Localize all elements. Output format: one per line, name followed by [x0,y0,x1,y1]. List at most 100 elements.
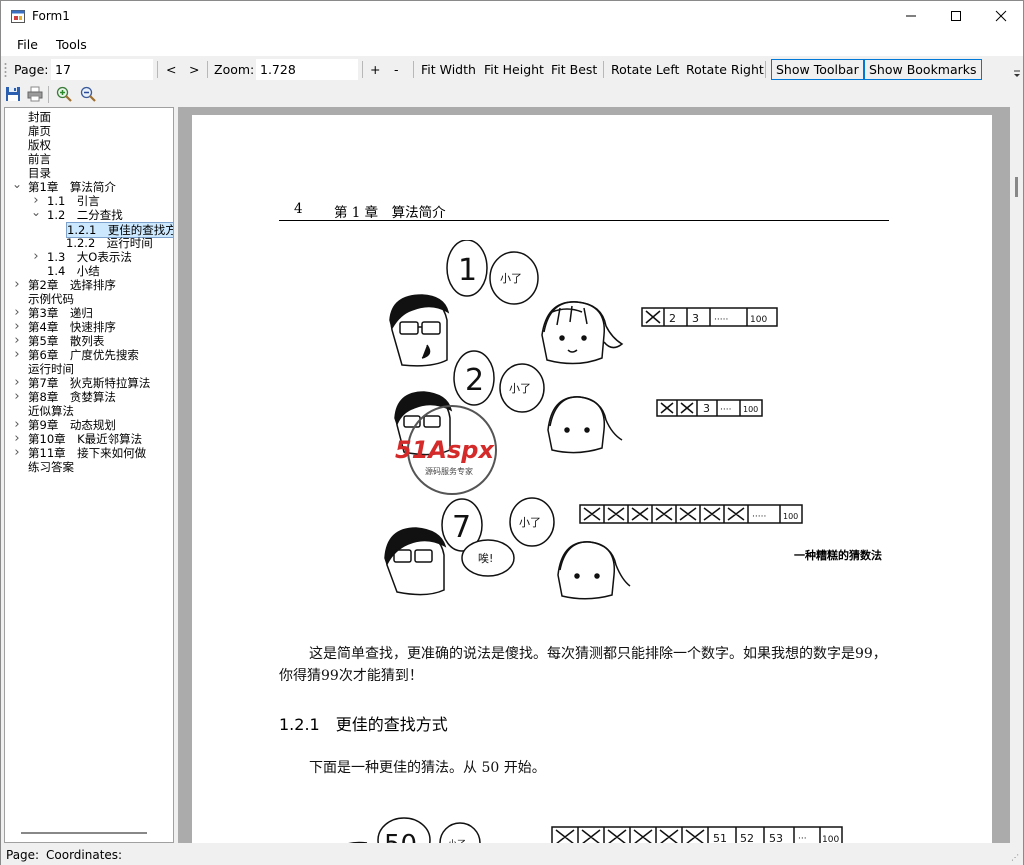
bookmark-item[interactable]: ⌄ 1.2 二分查找 [5,205,173,222]
expand-right-icon[interactable]: › [12,348,22,362]
main-window: Form1 File Tools Page: < > Zoom: + - Fit… [0,0,1024,865]
strip-cell: 51 [713,832,727,843]
bookmark-item[interactable]: › 第4章 快速排序 [5,320,173,335]
scrollbar-thumb[interactable] [1015,177,1018,197]
fit-height-button[interactable]: Fit Height [484,62,544,77]
bookmark-item[interactable]: ⌄ 第1章 算法简介 [5,177,173,194]
bookmark-item[interactable]: 运行时间 [5,362,173,376]
bookmark-item[interactable]: › 1.3 大O表示法 [5,250,173,265]
strip-cell: ···· [720,405,731,415]
zoom-in-icon[interactable] [56,86,72,102]
next-page-button[interactable]: > [189,62,199,77]
maximize-button[interactable] [933,1,979,31]
bookmark-item[interactable]: › 第6章 广度优先搜索 [5,348,173,363]
expand-right-icon[interactable]: › [12,376,22,390]
bookmark-label: 运行时间 [28,362,74,376]
bookmark-item[interactable]: 示例代码 [5,292,173,306]
bookmark-label: 1.3 大O表示法 [47,250,132,264]
number-strip [579,504,803,524]
bookmark-item[interactable]: › 第2章 选择排序 [5,278,173,293]
resize-grip-icon[interactable]: ⋰ [1011,853,1019,862]
section-heading: 1.2.1 更佳的查找方式 [279,715,448,734]
running-header: 4 第 1 章 算法简介 [279,199,889,221]
strip-cell: 100 [822,835,839,843]
zoom-out-icon[interactable] [80,86,96,102]
show-bookmarks-button[interactable]: Show Bookmarks [864,59,982,80]
reply-bubble-text: 小了 [509,382,531,395]
bookmark-item[interactable]: 近似算法 [5,404,173,418]
expand-right-icon[interactable]: › [12,418,22,432]
bookmark-label: 第6章 广度优先搜索 [28,348,139,362]
rotate-right-button[interactable]: Rotate Right [686,62,764,77]
toolbar-separator [362,61,363,78]
expand-right-icon[interactable]: › [12,390,22,404]
expand-down-icon[interactable]: ⌄ [31,205,41,219]
guess-bubble-text: 50 [384,830,417,843]
bookmark-label: 1.2.2 运行时间 [66,236,153,250]
toolbar-overflow-icon[interactable] [1013,70,1021,78]
title-bar: Form1 [1,1,1023,32]
reply-bubble-text: 小了 [500,272,522,285]
file-toolbar [1,83,1023,107]
chapter-header: 第 1 章 算法简介 [334,205,446,221]
bookmark-item[interactable]: 1.2.2 运行时间 [5,236,173,250]
bookmark-item[interactable]: › 第5章 散列表 [5,334,173,349]
bookmark-item[interactable]: › 第11章 接下来如何做 [5,446,173,461]
maximize-icon [951,11,961,21]
expand-right-icon[interactable]: › [12,278,22,292]
minimize-icon [906,15,916,17]
menu-file[interactable]: File [17,37,38,52]
bookmark-item[interactable]: › 第9章 动态规划 [5,418,173,433]
bookmarks-tree[interactable]: 封面 扉页 版权 前言 目录 ⌄ 第1章 算法简介 › 1.1 引言 ⌄ 1.2 二分查找 1.2.1… [4,107,174,843]
bookmark-label: 第9章 动态规划 [28,418,116,432]
expand-right-icon[interactable]: › [12,306,22,320]
guess-bubble-text: 7 [452,510,471,545]
zoom-in-button[interactable]: + [370,62,380,77]
minimize-button[interactable] [888,1,934,31]
bookmark-item[interactable]: 封面 [5,110,173,124]
zoom-label: Zoom: [214,62,255,77]
expand-right-icon[interactable]: › [12,334,22,348]
bookmark-item[interactable]: 练习答案 [5,460,173,474]
bookmark-label: 第5章 散列表 [28,334,105,348]
body-paragraph: 这是简单查找，更准确的说法是傻找。每次猜测都只能排除一个数字。如果我想的数字是9… [279,646,887,684]
bookmark-item[interactable]: › 第7章 狄克斯特拉算法 [5,376,173,391]
page-number-input[interactable] [51,59,153,80]
fit-width-button[interactable]: Fit Width [421,62,476,77]
watermark-logo: 51Aspx 源码服务专家 [395,405,497,495]
show-toolbar-button[interactable]: Show Toolbar [771,59,864,80]
bookmark-item[interactable]: 版权 [5,138,173,152]
expand-right-icon[interactable]: › [12,320,22,334]
man-figure [384,527,447,596]
bookmark-item[interactable]: 前言 [5,152,173,166]
expand-right-icon[interactable]: › [12,432,22,446]
bookmark-item[interactable]: 目录 [5,166,173,180]
app-form-icon [11,10,25,23]
bookmark-item[interactable]: 1.2.1 更佳的查找方 [5,222,173,238]
zoom-input[interactable] [256,59,358,80]
expand-down-icon[interactable]: ⌄ [12,177,22,191]
bookmark-item[interactable]: 1.4 小结 [5,264,173,278]
zoom-out-button[interactable]: - [394,62,399,77]
bookmark-item[interactable]: 扉页 [5,124,173,138]
bookmark-label: 1.4 小结 [47,264,100,278]
expand-right-icon[interactable]: › [12,446,22,460]
bookmark-item[interactable]: › 第8章 贪婪算法 [5,390,173,405]
strip-cell: 3 [692,312,699,325]
bookmark-label: 第7章 狄克斯特拉算法 [28,376,151,390]
rotate-left-button[interactable]: Rotate Left [611,62,679,77]
toolbar-grip-icon[interactable] [4,62,7,78]
previous-page-button[interactable]: < [166,62,176,77]
print-icon[interactable] [27,86,43,102]
expand-right-icon[interactable]: › [31,250,41,264]
close-button[interactable] [978,1,1024,31]
bookmark-item[interactable]: › 第10章 K最近邻算法 [5,432,173,447]
bookmark-item[interactable]: › 第3章 递归 [5,306,173,321]
menu-tools[interactable]: Tools [56,37,87,52]
bookmark-label: 练习答案 [28,460,74,474]
tree-horizontal-scrollbar[interactable] [21,832,147,834]
document-view[interactable]: 4 第 1 章 算法简介 1 小了 2 3 ····· 100 2 小了 3 ·… [178,107,1023,843]
save-icon[interactable] [5,86,21,102]
document-vertical-scrollbar[interactable] [1010,107,1023,843]
fit-best-button[interactable]: Fit Best [551,62,597,77]
